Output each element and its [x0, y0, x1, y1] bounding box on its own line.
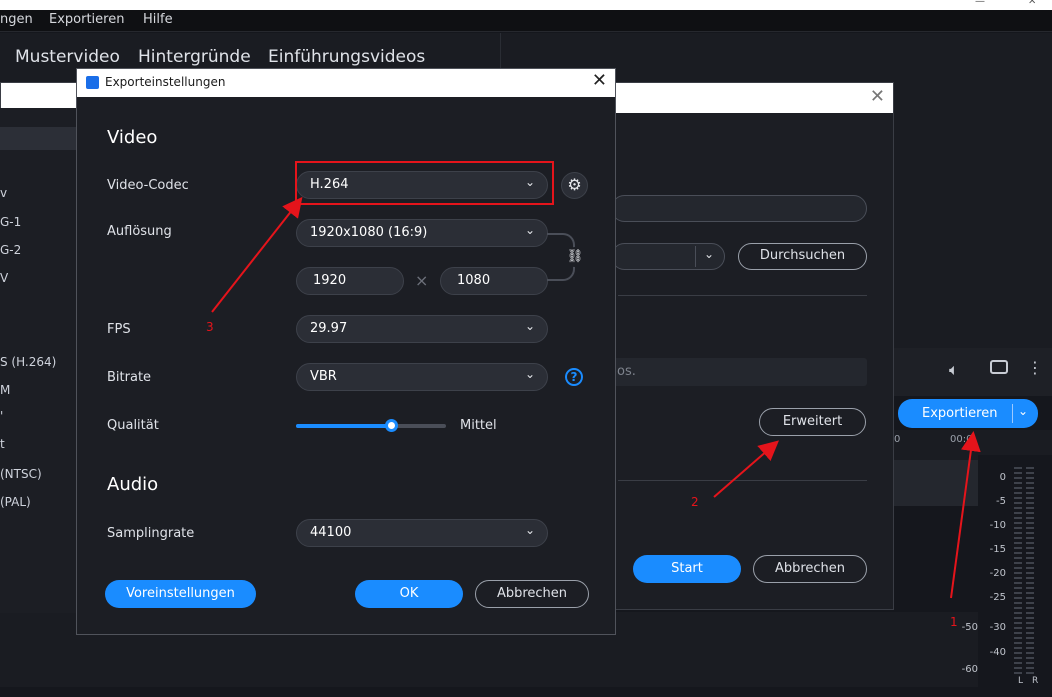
annotation-arrow-2	[713, 440, 780, 498]
annotation-number-3: 3	[206, 320, 214, 334]
annotation-overlay: 3 2 1	[206, 196, 981, 629]
annotation-number-1: 1	[950, 615, 958, 629]
annotation-arrow-3	[211, 196, 303, 313]
annotation-number-2: 2	[691, 495, 699, 509]
annotation-arrow-1	[950, 431, 981, 599]
